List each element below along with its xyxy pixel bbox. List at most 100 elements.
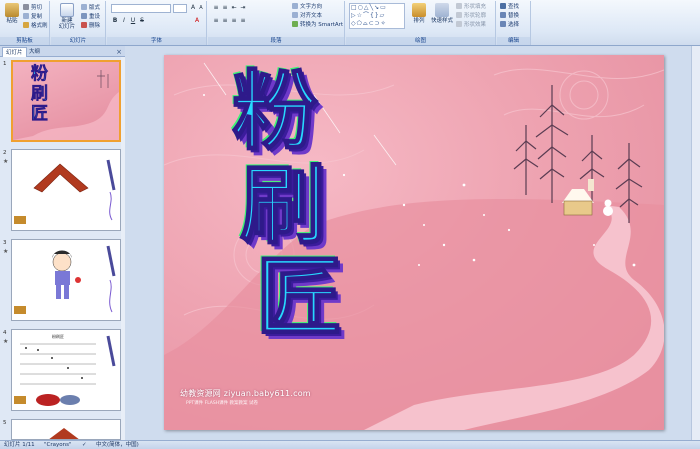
slides-group: 新建 幻灯片 版式 重设 删除 幻灯片 (51, 1, 106, 45)
shape-effects-button[interactable]: 形状效果 (456, 21, 486, 29)
layout-icon (81, 4, 87, 10)
shapes-gallery[interactable]: □○△╲↘▭ ▷☆⌒{}▱ ◇⬠⌓⊂⊃✧ (349, 3, 405, 29)
arrange-label: 排列 (413, 18, 425, 24)
select-label: 选择 (508, 22, 520, 28)
select-button[interactable]: 选择 (500, 21, 519, 29)
reset-button[interactable]: 重设 (81, 13, 100, 21)
animation-star-icon: ★ (3, 248, 9, 255)
layout-button[interactable]: 版式 (81, 4, 100, 12)
title-char[interactable]: 刷 (239, 162, 327, 250)
cut-label: 剪切 (31, 5, 43, 11)
bullets-icon[interactable]: ≡ (212, 4, 220, 12)
scissors-icon (23, 4, 29, 10)
slide-scrollbar[interactable] (691, 46, 700, 440)
slide-position: 幻灯片 1/11 (4, 442, 35, 448)
paragraph-group: ≡ ≡ ⇤ ⇥ ≡ ≡ ≡ ≡ 文字方向 对齐文本 转换为 SmartArt 段… (208, 1, 345, 45)
shape-outline-button[interactable]: 形状轮廓 (456, 12, 486, 20)
drawing-group: □○△╲↘▭ ▷☆⌒{}▱ ◇⬠⌓⊂⊃✧ 排列 快速样式 形状填充 形状轮廓 形状效… (346, 1, 496, 45)
quick-styles-icon (435, 3, 449, 17)
effects-icon (456, 21, 462, 27)
shape-fill-label: 形状填充 (464, 4, 487, 10)
slide-thumbnail-4[interactable]: 粉刷匠 (11, 329, 121, 411)
slide-number: 1 (3, 61, 7, 67)
copy-icon (23, 13, 29, 19)
animation-star-icon: ★ (3, 158, 9, 165)
align-text-button[interactable]: 对齐文本 (292, 12, 322, 20)
slide-thumbnail-5[interactable] (11, 419, 121, 440)
current-slide[interactable]: 粉 刷 匠 幼教资源网 ziyuan.baby611.com PPT课件 FLA… (164, 55, 664, 430)
shrink-font-button[interactable]: A (197, 4, 205, 12)
editing-group-label: 编辑 (497, 37, 530, 45)
numbering-icon[interactable]: ≡ (221, 4, 229, 12)
align-text-icon (292, 12, 298, 18)
painter-girl-illustration (14, 245, 116, 314)
smartart-button[interactable]: 转换为 SmartArt (292, 21, 343, 29)
panel-scrollbar[interactable] (121, 57, 125, 440)
align-right-icon[interactable]: ≡ (230, 17, 238, 25)
reset-label: 重设 (89, 14, 101, 20)
title-char[interactable]: 粉 (231, 68, 319, 156)
decrease-indent-icon[interactable]: ⇤ (230, 4, 238, 12)
find-label: 查找 (508, 4, 520, 10)
title-char[interactable]: 匠 (255, 254, 343, 342)
delete-slide-button[interactable]: 删除 (81, 22, 100, 30)
find-button[interactable]: 查找 (500, 3, 519, 11)
spellcheck-icon[interactable]: ✓ (82, 441, 87, 449)
paste-button[interactable]: 粘贴 (3, 3, 21, 24)
tab-outline[interactable]: 大纲 (26, 47, 43, 57)
thumb-song-title: 粉刷匠 (52, 334, 64, 339)
delete-icon (81, 22, 87, 28)
copy-button[interactable]: 复制 (23, 13, 42, 21)
slide-thumbnail-1[interactable]: 粉 刷 匠 (11, 60, 121, 142)
paste-icon (5, 3, 19, 17)
slide-number: 3 (3, 240, 7, 246)
language-indicator[interactable]: 中文(简体，中国) (96, 441, 139, 449)
roof-shape (14, 159, 116, 224)
animation-star-icon: ★ (3, 338, 9, 345)
tab-slides[interactable]: 幻灯片 (2, 47, 27, 57)
clipboard-group-label: 剪贴板 (0, 37, 49, 45)
quick-styles-button[interactable]: 快速样式 (430, 3, 454, 24)
slides-group-label: 幻灯片 (51, 37, 105, 45)
new-slide-button[interactable]: 新建 幻灯片 (55, 3, 79, 30)
underline-button[interactable]: U (129, 17, 137, 25)
binoculars-icon (500, 3, 506, 9)
grow-font-button[interactable]: A (189, 4, 197, 12)
shape-fill-button[interactable]: 形状填充 (456, 3, 486, 11)
align-text-label: 对齐文本 (300, 13, 323, 19)
justify-icon[interactable]: ≡ (239, 17, 247, 25)
smartart-icon (292, 21, 298, 27)
align-center-icon[interactable]: ≡ (221, 17, 229, 25)
close-icon[interactable]: × (116, 47, 122, 57)
format-painter-button[interactable]: 格式刷 (23, 22, 48, 30)
italic-button[interactable]: I (120, 17, 128, 25)
align-left-icon[interactable]: ≡ (212, 17, 220, 25)
shape-effects-label: 形状效果 (464, 22, 487, 28)
strikethrough-button[interactable]: S (138, 17, 146, 25)
paragraph-group-label: 段落 (208, 37, 344, 45)
cut-button[interactable]: 剪切 (23, 4, 42, 12)
clipboard-group: 粘贴 剪切 复制 格式刷 剪贴板 (0, 1, 50, 45)
smartart-label: 转换为 SmartArt (300, 22, 344, 28)
slide-panel: 幻灯片 大纲 × 1 粉 刷 匠 2 ★ 3 ★ 4 ★ 粉刷匠 5 (0, 46, 125, 440)
music-score (14, 335, 116, 406)
reset-icon (81, 13, 87, 19)
slide-number: 5 (3, 420, 7, 426)
font-group: A A B I U S A 字体 (107, 1, 207, 45)
ribbon: 粘贴 剪切 复制 格式刷 剪贴板 新建 幻灯片 版式 重设 删除 幻灯片 A A… (0, 0, 700, 46)
increase-indent-icon[interactable]: ⇥ (239, 4, 247, 12)
font-color-button[interactable]: A (193, 17, 201, 25)
bold-button[interactable]: B (111, 17, 119, 25)
slide-thumbnail-2[interactable] (11, 149, 121, 231)
panel-tabs: 幻灯片 大纲 × (0, 46, 125, 57)
brush-icon (23, 22, 29, 28)
arrange-button[interactable]: 排列 (410, 3, 428, 24)
font-name-select[interactable] (111, 4, 171, 13)
slide-thumbnail-3[interactable] (11, 239, 121, 321)
text-direction-button[interactable]: 文字方向 (292, 3, 322, 11)
layout-label: 版式 (89, 5, 101, 11)
replace-icon (500, 12, 506, 18)
replace-button[interactable]: 替换 (500, 12, 519, 20)
pen-icon (456, 12, 462, 18)
font-size-select[interactable] (173, 4, 187, 13)
